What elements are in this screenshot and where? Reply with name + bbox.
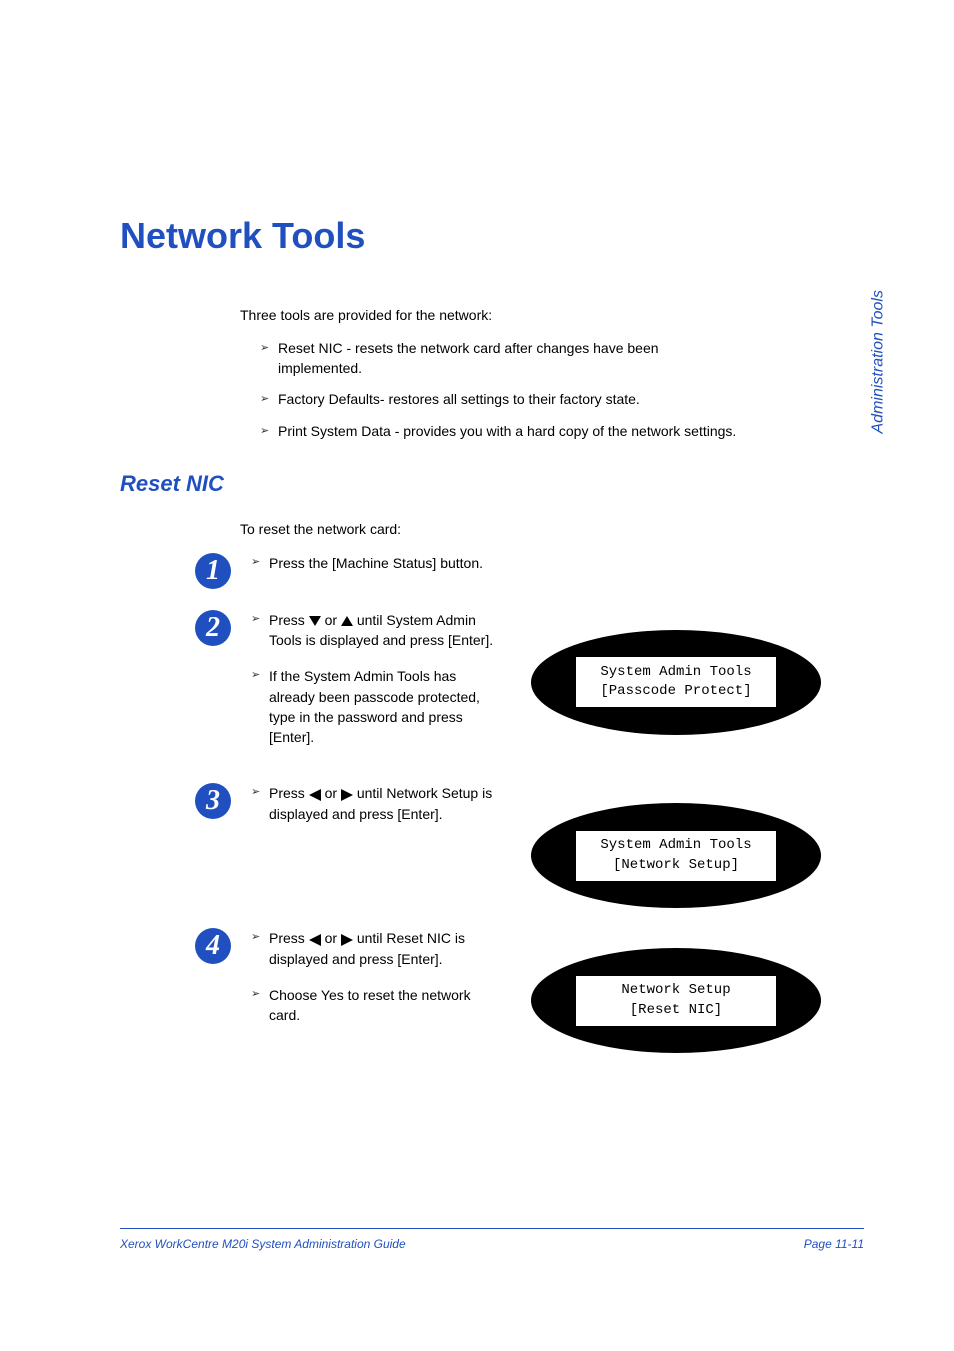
step-instruction: Press or until Reset NIC is displayed an… <box>251 928 501 969</box>
lcd-line: System Admin Tools <box>600 836 751 856</box>
step-number-badge: 3 <box>195 783 231 819</box>
text-fragment: or <box>325 785 341 801</box>
step-1: 1 Press the [Machine Status] button. <box>120 553 864 589</box>
step-instruction: If the System Admin Tools has already be… <box>251 666 501 747</box>
lcd-display: System Admin Tools [Network Setup] <box>531 803 821 908</box>
bullet-item: Print System Data - provides you with a … <box>260 422 744 442</box>
lcd-line: System Admin Tools <box>600 663 751 683</box>
left-arrow-icon <box>309 934 321 946</box>
page-title: Network Tools <box>120 215 864 257</box>
up-arrow-icon <box>341 616 353 626</box>
page-footer: Xerox WorkCentre M20i System Administrat… <box>120 1228 864 1251</box>
intro-text: Three tools are provided for the network… <box>240 307 864 323</box>
intro-bullets: Reset NIC - resets the network card afte… <box>260 339 744 441</box>
text-fragment: Press <box>269 785 309 801</box>
lcd-screen: System Admin Tools [Network Setup] <box>576 831 776 881</box>
text-fragment: or <box>325 612 341 628</box>
lcd-screen: Network Setup [Reset NIC] <box>576 976 776 1026</box>
step-instruction: Press or until System Admin Tools is dis… <box>251 610 501 651</box>
step-number-badge: 4 <box>195 928 231 964</box>
footer-left: Xerox WorkCentre M20i System Administrat… <box>120 1237 406 1251</box>
lcd-screen: System Admin Tools [Passcode Protect] <box>576 657 776 707</box>
step-3: 3 Press or until Network Setup is displa… <box>120 783 864 908</box>
down-arrow-icon <box>309 616 321 626</box>
step-2: 2 Press or until System Admin Tools is d… <box>120 610 864 764</box>
step-instruction: Choose Yes to reset the network card. <box>251 985 501 1026</box>
step-number-badge: 2 <box>195 610 231 646</box>
lcd-display: Network Setup [Reset NIC] <box>531 948 821 1053</box>
footer-right: Page 11-11 <box>804 1237 864 1251</box>
lcd-line: Network Setup <box>621 981 730 1001</box>
bullet-item: Factory Defaults- restores all settings … <box>260 390 744 410</box>
section-subtitle: Reset NIC <box>120 471 864 497</box>
lcd-line: [Network Setup] <box>613 856 739 876</box>
text-fragment: or <box>325 930 341 946</box>
step-4: 4 Press or until Reset NIC is displayed … <box>120 928 864 1053</box>
text-fragment: Press <box>269 930 309 946</box>
lcd-display: System Admin Tools [Passcode Protect] <box>531 630 821 735</box>
lcd-line: [Reset NIC] <box>630 1001 722 1021</box>
sub-intro: To reset the network card: <box>240 521 864 537</box>
left-arrow-icon <box>309 789 321 801</box>
lcd-line: [Passcode Protect] <box>600 682 751 702</box>
step-number-badge: 1 <box>195 553 231 589</box>
step-instruction: Press or until Network Setup is displaye… <box>251 783 501 824</box>
step-instruction: Press the [Machine Status] button. <box>251 553 501 573</box>
right-arrow-icon <box>341 934 353 946</box>
text-fragment: Press <box>269 612 309 628</box>
bullet-item: Reset NIC - resets the network card afte… <box>260 339 744 378</box>
right-arrow-icon <box>341 789 353 801</box>
manual-page: Administration Tools Network Tools Three… <box>0 0 954 1351</box>
chapter-tab: Administration Tools <box>869 290 887 433</box>
